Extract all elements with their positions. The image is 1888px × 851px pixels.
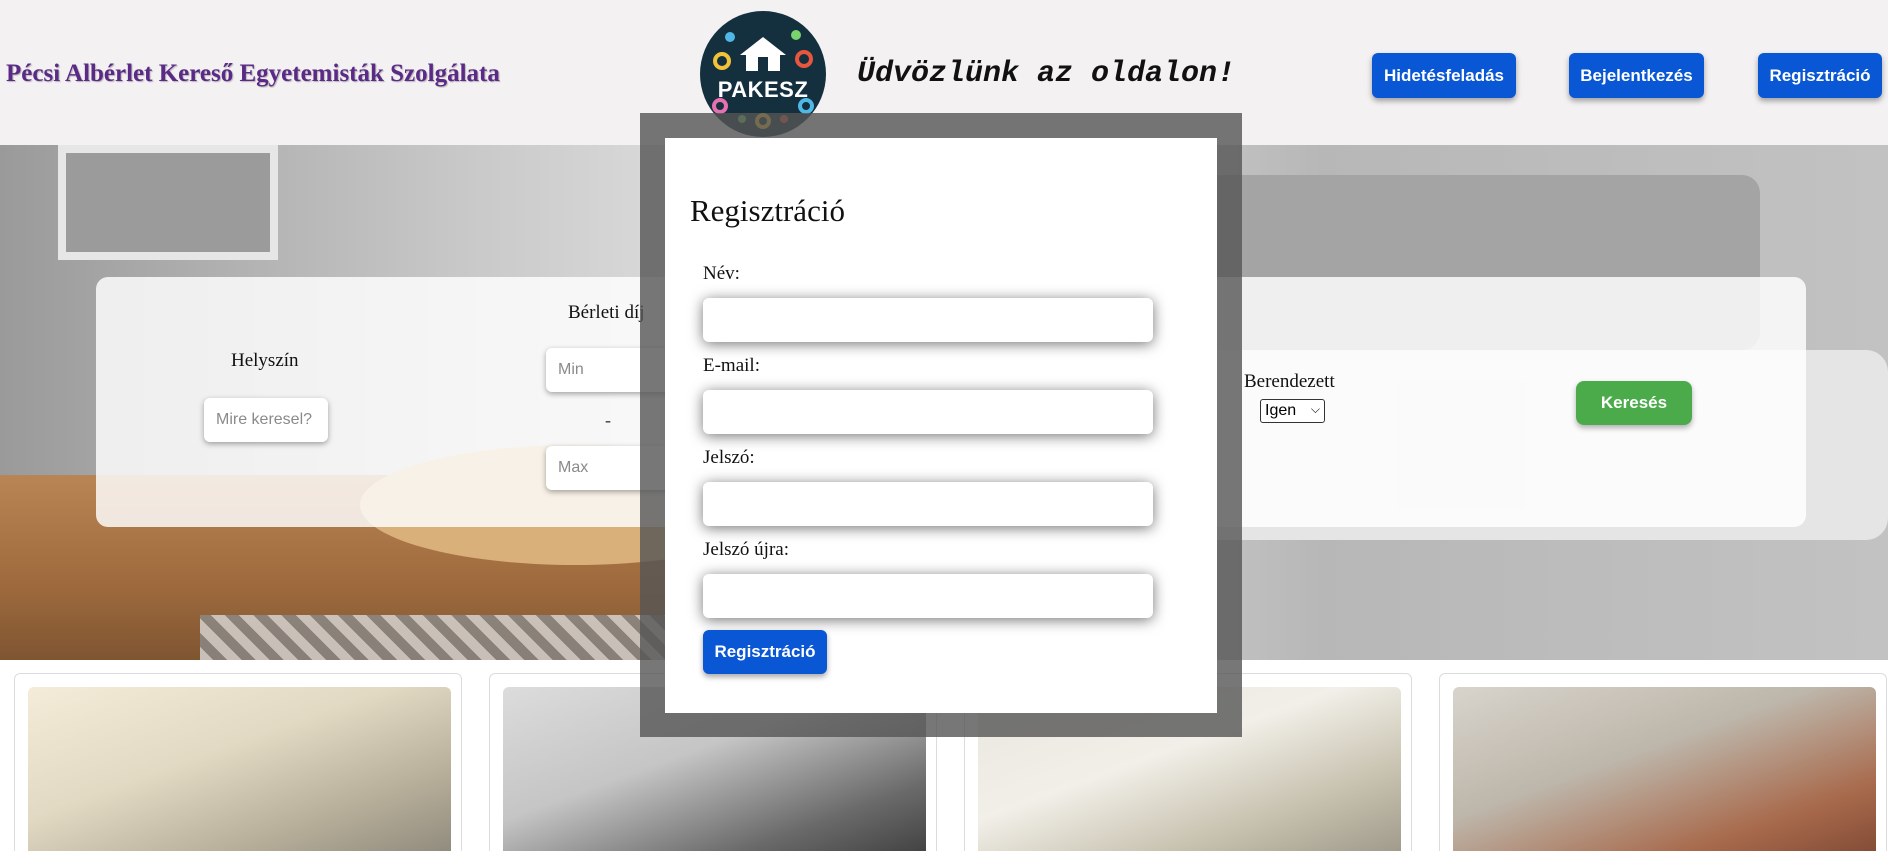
modal-title: Regisztráció: [690, 193, 845, 228]
registration-modal: Regisztráció Név: E-mail: Jelszó: Jelszó…: [665, 138, 1217, 713]
location-input[interactable]: [204, 398, 328, 442]
email-label: E-mail:: [703, 355, 760, 376]
listing-card[interactable]: [1439, 673, 1887, 851]
password-label: Jelszó:: [703, 447, 755, 468]
post-ad-button[interactable]: Hidetésfeladás: [1372, 53, 1516, 98]
wall-picture: [58, 145, 278, 260]
name-field[interactable]: [703, 298, 1153, 342]
name-label: Név:: [703, 263, 740, 284]
site-title: Pécsi Albérlet Kereső Egyetemisták Szolg…: [6, 60, 500, 87]
logo-text: PAKESZ: [717, 77, 809, 102]
furnished-selected-value: Igen: [1265, 402, 1297, 419]
chevron-down-icon: ⌵: [1310, 402, 1320, 416]
password-confirm-label: Jelszó újra:: [703, 539, 790, 560]
range-separator: -: [605, 410, 611, 430]
welcome-message: Üdvözlünk az oldalon!: [857, 57, 1236, 91]
listing-image: [1453, 687, 1876, 851]
rent-label: Bérleti díj: [568, 302, 645, 323]
location-label: Helyszín: [231, 350, 299, 371]
password-field[interactable]: [703, 482, 1153, 526]
listing-card[interactable]: [14, 673, 462, 851]
login-button[interactable]: Bejelentkezés: [1569, 53, 1704, 98]
submit-registration-button[interactable]: Regisztráció: [703, 630, 827, 674]
search-button[interactable]: Keresés: [1576, 381, 1692, 425]
furnished-select[interactable]: Igen ⌵: [1260, 399, 1325, 423]
password-confirm-field[interactable]: [703, 574, 1153, 618]
email-field[interactable]: [703, 390, 1153, 434]
listing-image: [28, 687, 451, 851]
register-button[interactable]: Regisztráció: [1758, 53, 1882, 98]
furnished-label: Berendezett: [1244, 371, 1335, 392]
